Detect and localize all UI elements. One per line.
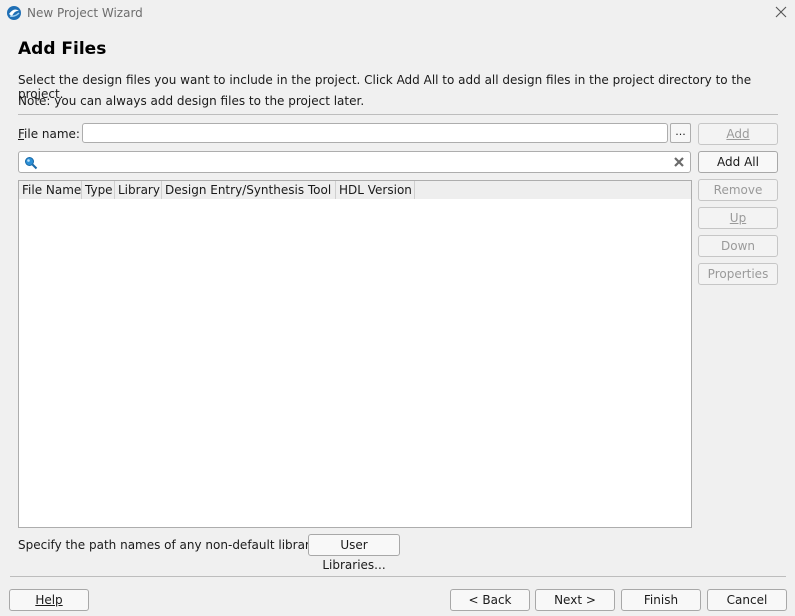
file-name-label: File name: [18, 127, 80, 141]
up-button-label: Up [729, 211, 747, 225]
file-name-input[interactable] [82, 123, 668, 143]
search-icon [25, 157, 38, 170]
files-table[interactable]: File Name Type Library Design Entry/Synt… [18, 180, 692, 528]
window-title: New Project Wizard [27, 6, 143, 20]
footer-divider [10, 576, 786, 577]
page-note: Note: you can always add design files to… [18, 94, 365, 108]
title-bar: New Project Wizard [0, 0, 795, 26]
column-header-type[interactable]: Type [82, 181, 115, 199]
add-button-label: Add [726, 127, 750, 141]
column-header-design-entry[interactable]: Design Entry/Synthesis Tool [162, 181, 336, 199]
libraries-text: Specify the path names of any non-defaul… [18, 538, 331, 552]
next-button[interactable]: Next > [535, 589, 615, 611]
add-button[interactable]: Add [698, 123, 778, 145]
remove-button[interactable]: Remove [698, 179, 778, 201]
add-all-button[interactable]: Add All [698, 151, 778, 173]
browse-button[interactable]: ... [670, 123, 691, 143]
header-divider [18, 114, 778, 115]
vivado-app-icon [7, 6, 21, 20]
finish-button[interactable]: Finish [621, 589, 701, 611]
up-button[interactable]: Up [698, 207, 778, 229]
properties-button[interactable]: Properties [698, 263, 778, 285]
column-header-hdl-version[interactable]: HDL Version [336, 181, 415, 199]
column-header-file-name[interactable]: File Name [19, 181, 82, 199]
search-field[interactable] [18, 151, 691, 173]
user-libraries-button[interactable]: User Libraries... [308, 534, 400, 572]
back-button[interactable]: < Back [450, 589, 530, 611]
file-name-mnemonic: F [18, 127, 25, 141]
help-button-label: Help [35, 593, 63, 607]
down-button[interactable]: Down [698, 235, 778, 257]
close-icon[interactable] [773, 4, 789, 20]
table-header: File Name Type Library Design Entry/Synt… [19, 181, 691, 199]
help-button[interactable]: Help [9, 589, 89, 611]
page-title: Add Files [18, 39, 107, 59]
column-header-library[interactable]: Library [115, 181, 162, 199]
cancel-button[interactable]: Cancel [707, 589, 787, 611]
clear-icon[interactable] [672, 155, 686, 169]
